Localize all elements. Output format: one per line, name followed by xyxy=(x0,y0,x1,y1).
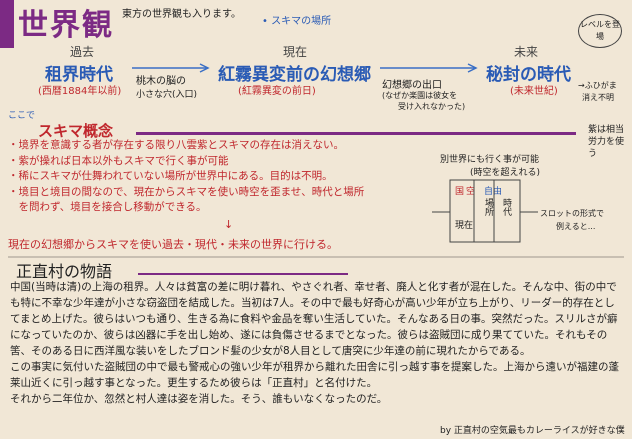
sketch-overlay xyxy=(132,63,538,243)
slot-frame xyxy=(449,179,521,243)
timeline-arrows xyxy=(132,63,478,73)
diagram-boxes xyxy=(432,179,538,243)
